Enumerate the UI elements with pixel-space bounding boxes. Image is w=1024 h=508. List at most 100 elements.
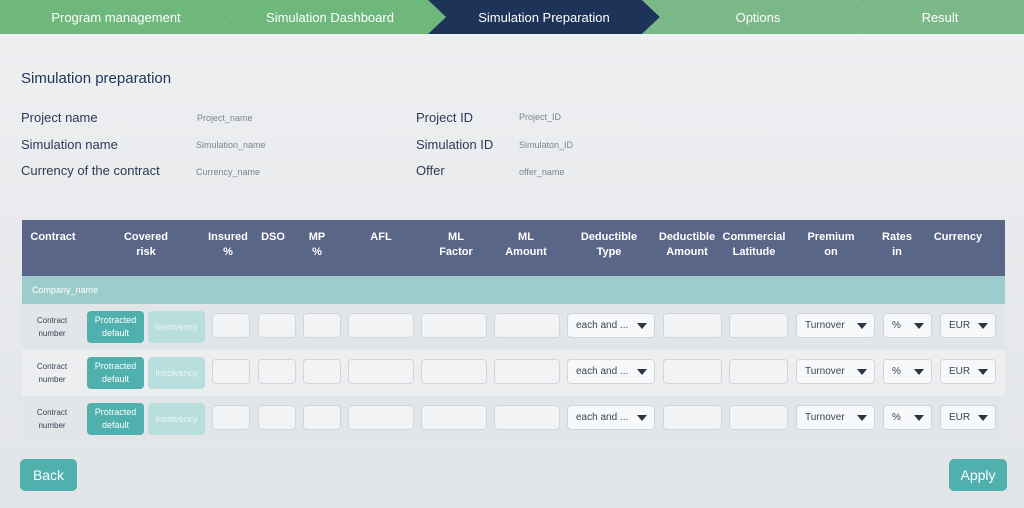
premium-on-select[interactable]: Turnover xyxy=(796,405,875,430)
rates-in-select[interactable]: % xyxy=(883,405,932,430)
col-mp: MP % xyxy=(308,231,326,258)
simulation-name-label: Simulation name xyxy=(21,137,118,152)
col-deductible-amount: Deductible Amount xyxy=(658,231,716,258)
rates-in-select[interactable]: % xyxy=(883,313,932,338)
project-name-label: Project name xyxy=(21,110,98,125)
ml-factor-input[interactable] xyxy=(421,359,487,384)
offer-value: offer_name xyxy=(519,167,565,177)
risk-insolvency-toggle[interactable]: Insolvency xyxy=(148,403,205,435)
deductible-amount-input[interactable] xyxy=(663,359,722,384)
deductible-amount-input[interactable] xyxy=(663,313,722,338)
select-value: EUR xyxy=(949,366,971,377)
step-result[interactable]: Result xyxy=(856,0,1024,34)
step-simulation-preparation[interactable]: Simulation Preparation xyxy=(428,0,660,34)
risk-protracted-default-toggle[interactable]: Protracted default xyxy=(87,403,144,435)
simulation-id-label: Simulation ID xyxy=(416,137,494,152)
chevron-down-icon xyxy=(914,369,924,375)
deductible-type-select[interactable]: each and ... xyxy=(567,313,655,338)
deductible-type-select[interactable]: each and ... xyxy=(567,405,655,430)
table-row: Contract number Protracted default Insol… xyxy=(22,350,1005,396)
premium-on-select[interactable]: Turnover xyxy=(796,313,875,338)
mp-input[interactable] xyxy=(303,405,341,430)
col-dso: DSO xyxy=(261,231,285,243)
col-contract: Contract xyxy=(30,231,76,243)
afl-input[interactable] xyxy=(348,359,414,384)
apply-button[interactable]: Apply xyxy=(949,459,1007,491)
col-ml-factor: ML Factor xyxy=(439,231,473,258)
currency-select[interactable]: EUR xyxy=(940,359,996,384)
col-rates-in: Rates in xyxy=(882,231,912,258)
insured-input[interactable] xyxy=(212,313,250,338)
select-value: % xyxy=(892,320,901,331)
risk-protracted-default-toggle[interactable]: Protracted default xyxy=(87,311,144,343)
risk-protracted-default-toggle[interactable]: Protracted default xyxy=(87,357,144,389)
select-value: Turnover xyxy=(805,412,845,423)
col-currency: Currency xyxy=(933,231,983,243)
ml-amount-input[interactable] xyxy=(494,313,560,338)
step-program-management[interactable]: Program management xyxy=(0,0,232,34)
select-value: each and ... xyxy=(576,320,629,331)
risk-insolvency-toggle[interactable]: Insolvency xyxy=(148,357,205,389)
company-group-row: Company_name xyxy=(22,276,1005,304)
ml-factor-input[interactable] xyxy=(421,405,487,430)
commercial-latitude-input[interactable] xyxy=(729,405,788,430)
ml-factor-input[interactable] xyxy=(421,313,487,338)
select-value: each and ... xyxy=(576,366,629,377)
select-value: each and ... xyxy=(576,412,629,423)
dso-input[interactable] xyxy=(258,405,296,430)
premium-on-select[interactable]: Turnover xyxy=(796,359,875,384)
ml-amount-input[interactable] xyxy=(494,359,560,384)
chevron-down-icon xyxy=(637,369,647,375)
col-commercial-latitude: Commercial Latitude xyxy=(722,231,786,258)
chevron-down-icon xyxy=(637,415,647,421)
chevron-down-icon xyxy=(857,369,867,375)
chevron-down-icon xyxy=(914,323,924,329)
step-label: Simulation Dashboard xyxy=(266,9,394,25)
table-row: Contract number Protracted default Insol… xyxy=(22,304,1005,350)
afl-input[interactable] xyxy=(348,405,414,430)
chevron-down-icon xyxy=(978,415,988,421)
mp-input[interactable] xyxy=(303,313,341,338)
commercial-latitude-input[interactable] xyxy=(729,313,788,338)
chevron-down-icon xyxy=(914,415,924,421)
step-options[interactable]: Options xyxy=(642,0,874,34)
select-value: % xyxy=(892,366,901,377)
commercial-latitude-input[interactable] xyxy=(729,359,788,384)
deductible-type-select[interactable]: each and ... xyxy=(567,359,655,384)
currency-value: Currency_name xyxy=(196,167,261,177)
col-covered-risk: Covered risk xyxy=(123,231,169,258)
select-value: Turnover xyxy=(805,320,845,331)
table-header: Contract Covered risk Insured % DSO MP %… xyxy=(22,220,1005,276)
insured-input[interactable] xyxy=(212,405,250,430)
contract-number: Contract number xyxy=(36,316,68,338)
contract-number: Contract number xyxy=(36,408,68,430)
select-value: EUR xyxy=(949,412,971,423)
dso-input[interactable] xyxy=(258,359,296,384)
step-label: Result xyxy=(921,9,959,25)
mp-input[interactable] xyxy=(303,359,341,384)
rates-in-select[interactable]: % xyxy=(883,359,932,384)
col-deductible-type: Deductible Type xyxy=(580,231,638,258)
simulation-name-value: Simulation_name xyxy=(196,140,266,150)
dso-input[interactable] xyxy=(258,313,296,338)
deductible-amount-input[interactable] xyxy=(663,405,722,430)
currency-select[interactable]: EUR xyxy=(940,405,996,430)
chevron-down-icon xyxy=(857,323,867,329)
contracts-table: Contract Covered risk Insured % DSO MP %… xyxy=(22,220,1005,442)
chevron-down-icon xyxy=(978,369,988,375)
afl-input[interactable] xyxy=(348,313,414,338)
project-id-label: Project ID xyxy=(416,110,474,125)
col-insured: Insured % xyxy=(208,231,248,258)
table-row: Contract number Protracted default Insol… xyxy=(22,396,1005,442)
back-button[interactable]: Back xyxy=(20,459,77,491)
insured-input[interactable] xyxy=(212,359,250,384)
risk-insolvency-toggle[interactable]: Insolvency xyxy=(148,311,205,343)
step-simulation-dashboard[interactable]: Simulation Dashboard xyxy=(214,0,446,34)
progress-stepper: Program management Simulation Dashboard … xyxy=(0,0,1024,34)
offer-label: Offer xyxy=(416,163,445,178)
currency-select[interactable]: EUR xyxy=(940,313,996,338)
ml-amount-input[interactable] xyxy=(494,405,560,430)
select-value: % xyxy=(892,412,901,423)
step-label: Program management xyxy=(51,9,181,25)
simulation-id-value: Simulaton_ID xyxy=(519,140,574,150)
